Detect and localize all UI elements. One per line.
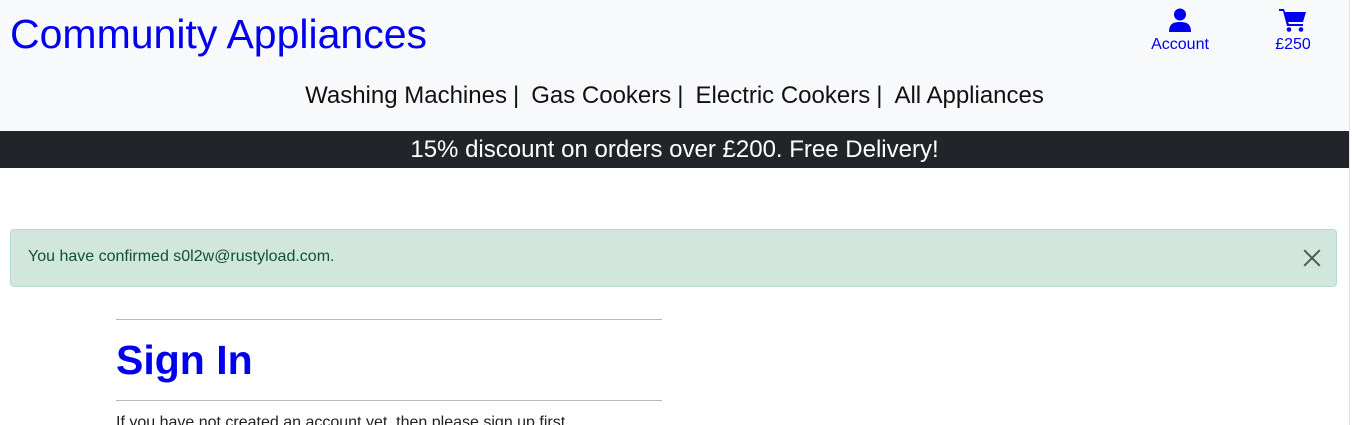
brand-link[interactable]: Community Appliances	[10, 11, 427, 57]
shopping-cart-icon	[1279, 9, 1306, 32]
divider	[116, 400, 662, 401]
user-icon	[1169, 8, 1191, 32]
nav-item-all-appliances[interactable]: All Appliances	[894, 82, 1043, 109]
account-label: Account	[1151, 36, 1209, 53]
close-icon[interactable]	[1301, 247, 1323, 269]
page-title: Sign In	[116, 337, 253, 383]
cart-total: £250	[1275, 36, 1311, 53]
divider	[116, 319, 662, 320]
nav-item-washing-machines[interactable]: Washing Machines	[305, 82, 507, 109]
promo-banner: 15% discount on orders over £200. Free D…	[0, 131, 1349, 168]
alert-message: You have confirmed s0l2w@rustyload.com.	[28, 248, 335, 265]
nav-separator: |	[876, 82, 883, 109]
site-header: Community Appliances Account £250 Washin…	[0, 0, 1349, 131]
nav-separator: |	[512, 82, 520, 109]
nav-item-electric-cookers[interactable]: Electric Cookers	[696, 82, 871, 109]
nav-separator: |	[677, 82, 684, 109]
account-link[interactable]: Account	[1140, 8, 1220, 54]
main-nav: Washing Machines | Gas Cookers | Electric Co…	[0, 82, 1349, 110]
cart-link[interactable]: £250	[1253, 8, 1333, 54]
scrollbar[interactable]	[1349, 0, 1356, 425]
success-alert: You have confirmed s0l2w@rustyload.com.	[10, 229, 1337, 287]
signin-intro-text: If you have not created an account yet, …	[116, 414, 570, 425]
page: Community Appliances Account £250 Washin…	[0, 0, 1356, 425]
nav-item-gas-cookers[interactable]: Gas Cookers	[531, 82, 671, 109]
